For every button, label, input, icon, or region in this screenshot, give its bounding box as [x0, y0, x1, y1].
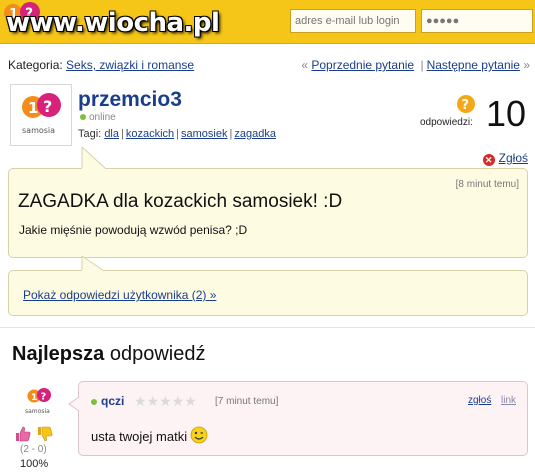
password-field[interactable]	[421, 9, 533, 33]
question-box: [8 minut temu] ZAGADKA dla kozackich sam…	[8, 168, 528, 258]
tag-link[interactable]: zagadka	[234, 128, 276, 140]
thumbs-up-icon[interactable]	[14, 425, 32, 443]
speech-tail-icon	[68, 396, 80, 412]
tag-link[interactable]: kozackich	[126, 128, 174, 140]
tag-separator: |	[121, 128, 124, 140]
category-link[interactable]: Seks, związki i romanse	[66, 58, 194, 72]
answers-label: odpowiedzi:	[420, 117, 473, 128]
svg-text:?: ?	[462, 98, 470, 113]
prev-question-link[interactable]: Poprzednie pytanie	[311, 58, 414, 72]
online-dot-icon	[80, 114, 86, 121]
question-nav: « Poprzednie pytanie | Następne pytanie »	[301, 58, 530, 72]
svg-text:?: ?	[41, 392, 47, 403]
answer-report-link[interactable]: zgłoś	[468, 395, 491, 406]
speech-tail-icon	[81, 147, 107, 170]
category-row: Kategoria: Seks, związki i romanse	[8, 58, 194, 72]
best-heading-bold: Najlepsza	[12, 343, 105, 365]
rating-stars[interactable]: ★★★★★	[134, 393, 197, 410]
asker-username[interactable]: przemcio3	[78, 88, 182, 112]
tag-separator: |	[229, 128, 233, 140]
question-title: ZAGADKA dla kozackich samosiek! :D	[18, 191, 343, 212]
next-arrow: »	[523, 58, 530, 72]
answers-count: 10	[486, 93, 527, 134]
vote-percent: 100%	[20, 458, 49, 470]
svg-text:?: ?	[43, 97, 52, 116]
tags-row: Tagi: dla | kozackich | samosiek | zagadka	[78, 128, 276, 140]
avatar-caption: samosia	[22, 126, 55, 135]
user-answers-link[interactable]: Pokaż odpowiedzi użytkownika (2) »	[23, 288, 216, 302]
report-button[interactable]: ✕ Zgłoś	[482, 151, 528, 166]
answer-permalink[interactable]: link	[501, 395, 516, 406]
divider	[0, 327, 535, 328]
thumbs-down-icon[interactable]	[36, 425, 54, 443]
best-heading-rest: odpowiedź	[104, 343, 206, 365]
answers-icon: ?	[457, 95, 475, 113]
tag-link[interactable]: samosiek	[181, 128, 227, 140]
avatar[interactable]: 1 ? samosia	[10, 84, 72, 146]
tag-link[interactable]: dla	[104, 128, 119, 140]
online-dot-icon	[91, 399, 97, 405]
answer-username[interactable]: qczi	[101, 394, 124, 408]
close-icon: ✕	[482, 154, 495, 166]
nav-separator: |	[420, 58, 424, 72]
best-answer-heading: Najlepsza odpowiedź	[12, 343, 205, 366]
samosia-logo-icon: 1 ? samosia	[22, 93, 61, 135]
tag-separator: |	[176, 128, 180, 140]
wink-smiley-icon	[190, 426, 208, 444]
answer-avatar[interactable]: 1 ? samosia	[22, 384, 56, 418]
answer-box: qczi ★★★★★ [7 minut temu] zgłoś link ust…	[78, 381, 528, 456]
answer-time: [7 minut temu]	[215, 396, 279, 407]
prev-arrow: «	[301, 58, 308, 72]
next-question-link[interactable]: Następne pytanie	[427, 58, 520, 72]
online-label: online	[89, 112, 116, 123]
answer-text: usta twojej matki	[91, 429, 188, 444]
answer-body: usta twojej matki	[91, 426, 208, 444]
email-input[interactable]	[290, 9, 416, 33]
svg-text:1: 1	[28, 99, 38, 117]
answer-avatar-caption: samosia	[25, 408, 50, 415]
speech-tail-icon	[81, 256, 105, 272]
online-status: online	[80, 112, 116, 123]
top-bar: 1 ? www.wiocha.pl	[0, 0, 535, 44]
report-label: Zgłoś	[498, 151, 528, 165]
svg-text:1: 1	[31, 393, 37, 403]
user-answers-box: Pokaż odpowiedzi użytkownika (2) »	[8, 270, 528, 316]
watermark: www.wiocha.pl	[6, 8, 220, 38]
question-body: Jakie mięśnie powodują wzwód penisa? ;D	[19, 223, 248, 237]
question-time: [8 minut temu]	[455, 179, 519, 190]
tags-label: Tagi:	[78, 128, 102, 140]
vote-score: (2 - 0)	[20, 444, 47, 455]
category-label: Kategoria:	[8, 58, 63, 72]
